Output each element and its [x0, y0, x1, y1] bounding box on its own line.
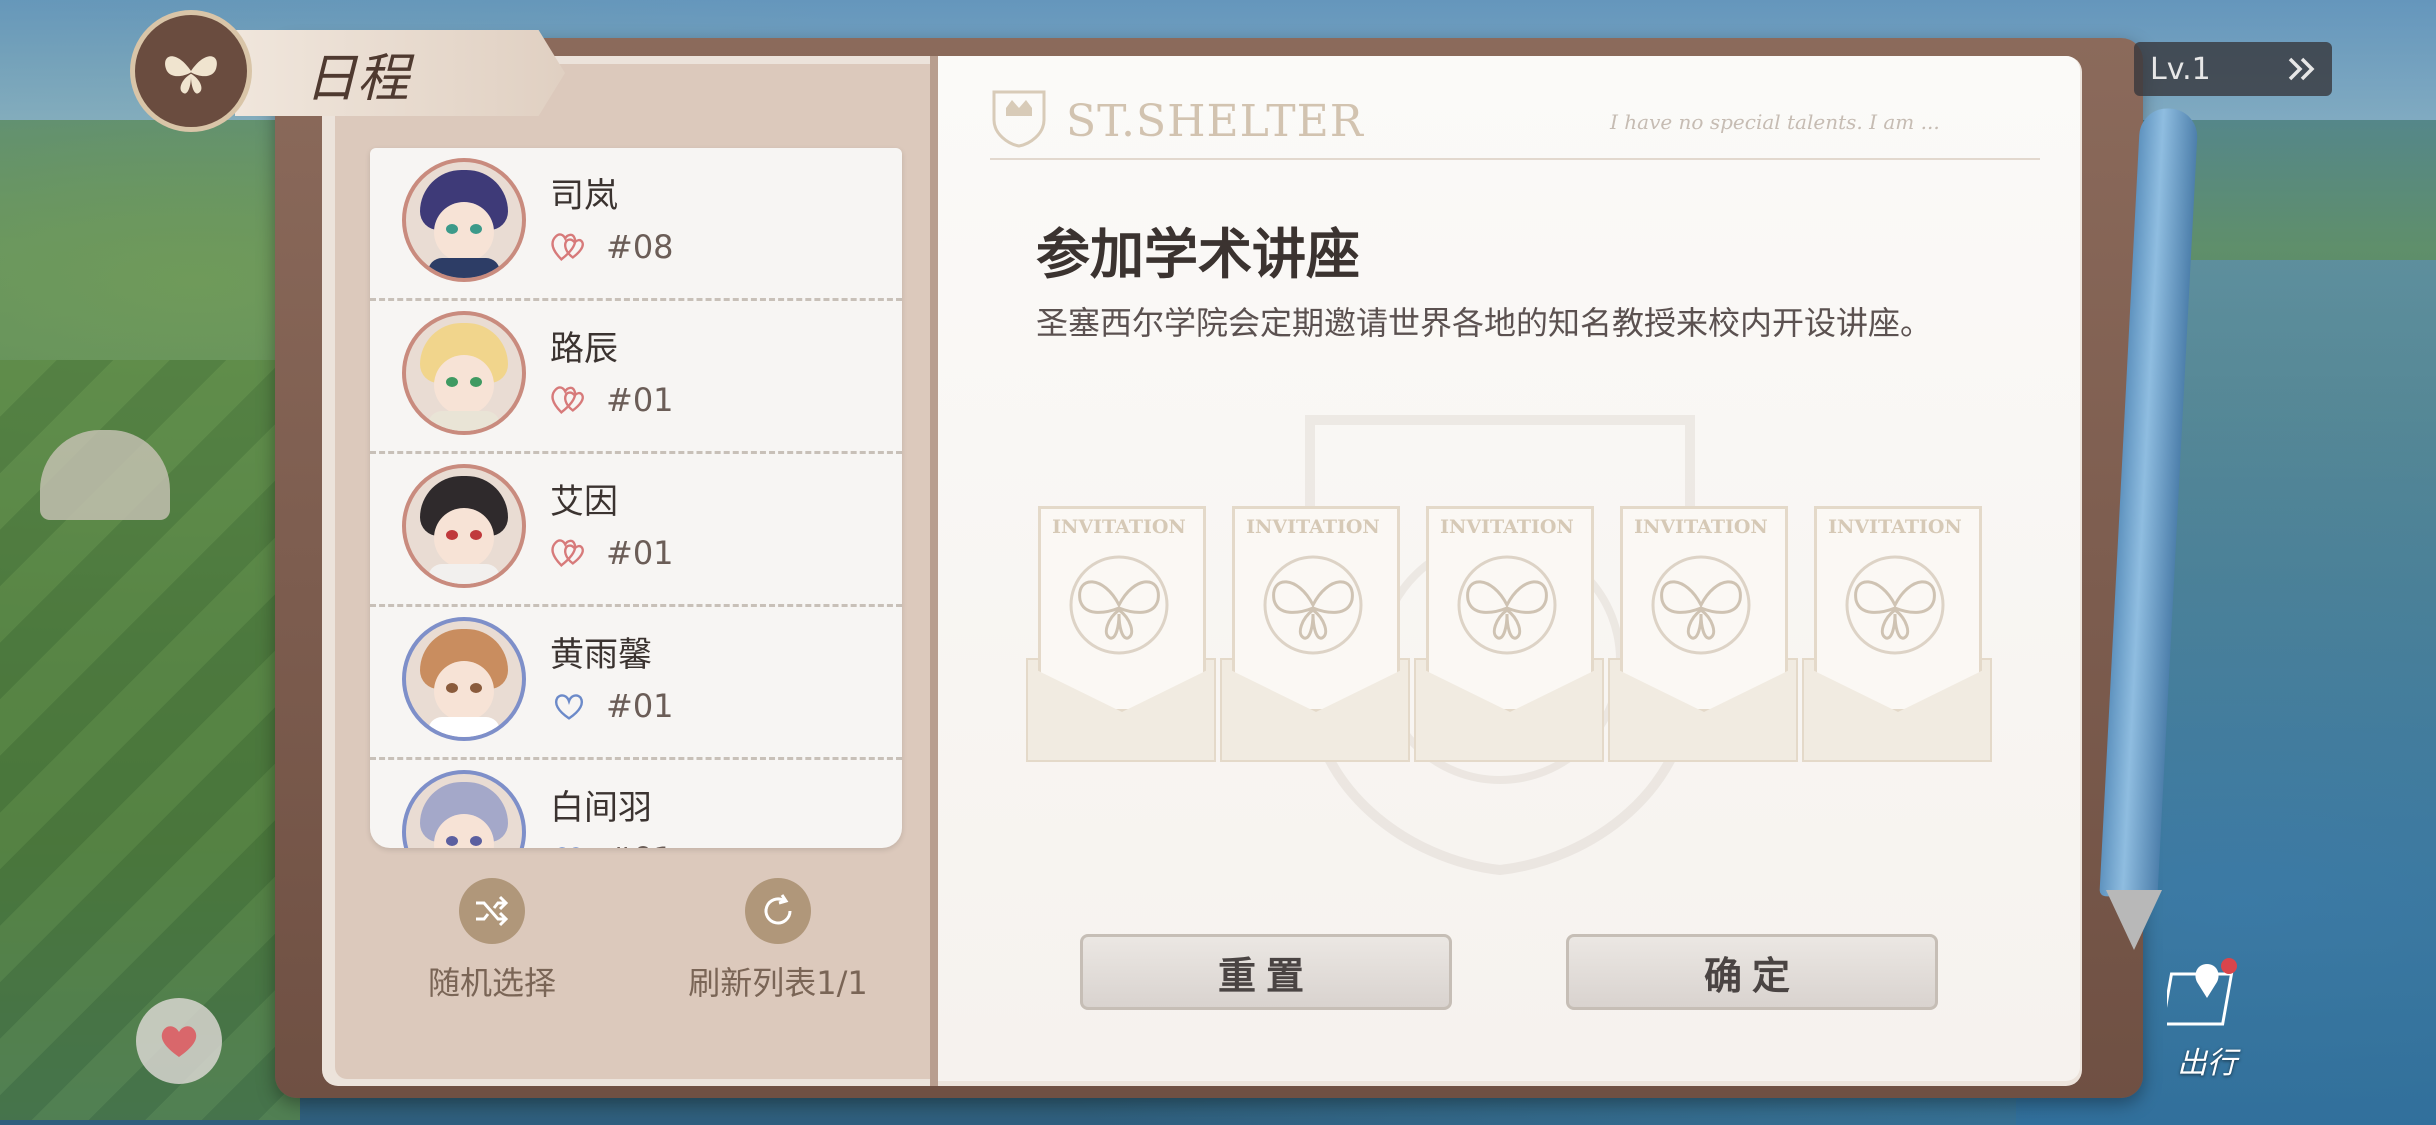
page-title: 日程	[305, 49, 410, 109]
outing-button[interactable]: 出行	[2152, 954, 2262, 1084]
affinity: #08	[550, 228, 674, 266]
butterfly-icon	[1069, 555, 1169, 655]
book-spine	[930, 56, 938, 1086]
butterfly-icon	[1457, 555, 1557, 655]
school-crest-icon	[992, 90, 1046, 148]
random-select-label: 随机选择	[427, 964, 556, 1002]
invitation-label: INVITATION	[1246, 516, 1380, 538]
confirm-button[interactable]: 确定	[1566, 934, 1938, 1010]
butterfly-icon	[1651, 555, 1751, 655]
character-row[interactable]: 黄雨馨 #01	[370, 607, 902, 760]
school-brand: ST.SHELTER	[1066, 96, 1364, 147]
character-name: 艾因	[550, 482, 618, 522]
butterfly-icon	[1263, 555, 1363, 655]
favorite-button[interactable]	[136, 998, 222, 1084]
fast-forward-icon	[2288, 57, 2315, 81]
double-heart-icon	[551, 386, 584, 414]
reset-button[interactable]: 重置	[1080, 934, 1452, 1010]
affinity: #01	[550, 381, 674, 419]
affinity: #01	[550, 840, 674, 848]
invitation-card[interactable]: INVITATION	[1802, 506, 1992, 762]
butterfly-icon	[1845, 555, 1945, 655]
affinity-level: #01	[606, 840, 674, 848]
invitation-label: INVITATION	[1828, 516, 1962, 538]
level-indicator[interactable]: Lv.1	[2134, 42, 2332, 96]
invitation-slots: INVITATION INVITATION INVITATION INVITAT…	[1026, 506, 1992, 762]
affinity-level: #01	[606, 687, 674, 725]
double-heart-icon	[551, 539, 584, 567]
outing-label: 出行	[2177, 1046, 2237, 1081]
affinity: #01	[550, 687, 674, 725]
character-row[interactable]: 白间羽 #01	[370, 760, 902, 848]
avatar	[402, 158, 526, 282]
map-pin-icon	[2160, 958, 2237, 1026]
avatar	[402, 464, 526, 588]
character-name: 黄雨馨	[550, 635, 652, 675]
invitation-card[interactable]: INVITATION	[1414, 506, 1604, 762]
affinity-level: #01	[606, 534, 674, 572]
invitation-label: INVITATION	[1440, 516, 1574, 538]
invitation-card[interactable]: INVITATION	[1220, 506, 1410, 762]
avatar	[402, 770, 526, 848]
affinity-level: #01	[606, 381, 674, 419]
event-title: 参加学术讲座	[1036, 223, 1360, 286]
random-select-button[interactable]: 随机选择	[382, 878, 602, 1004]
affinity-level: #08	[606, 228, 674, 266]
refresh-list-label: 刷新列表1/1	[688, 964, 868, 1002]
event-description: 圣塞西尔学院会定期邀请世界各地的知名教授来校内开设讲座。	[1036, 304, 1933, 342]
double-heart-icon	[551, 233, 584, 261]
invitation-card[interactable]: INVITATION	[1608, 506, 1798, 762]
avatar	[402, 617, 526, 741]
avatar	[402, 311, 526, 435]
school-motto: I have no special talents. I am ...	[1610, 110, 1940, 134]
character-row[interactable]: 司岚 #08	[370, 148, 902, 301]
shuffle-icon	[459, 878, 525, 944]
invitation-card[interactable]: INVITATION	[1026, 506, 1216, 762]
invitation-label: INVITATION	[1634, 516, 1768, 538]
character-name: 司岚	[550, 176, 618, 216]
character-row[interactable]: 艾因 #01	[370, 454, 902, 607]
pen-tip	[2106, 890, 2162, 950]
header-divider	[990, 158, 2040, 160]
character-name: 白间羽	[550, 788, 652, 828]
heart-icon	[554, 694, 584, 720]
level-label: Lv.1	[2150, 51, 2211, 87]
character-list[interactable]: 司岚 #08 路辰 #01 艾因 #01 黄雨馨 #01 白间羽	[370, 148, 902, 848]
invitation-label: INVITATION	[1052, 516, 1186, 538]
affinity: #01	[550, 534, 674, 572]
character-row[interactable]: 路辰 #01	[370, 301, 902, 454]
character-name: 路辰	[550, 329, 618, 369]
heart-icon	[161, 1026, 197, 1057]
refresh-list-button[interactable]: 刷新列表1/1	[668, 878, 888, 1004]
refresh-icon	[745, 878, 811, 944]
heart-icon	[559, 847, 579, 848]
butterfly-emblem-icon	[130, 10, 252, 132]
